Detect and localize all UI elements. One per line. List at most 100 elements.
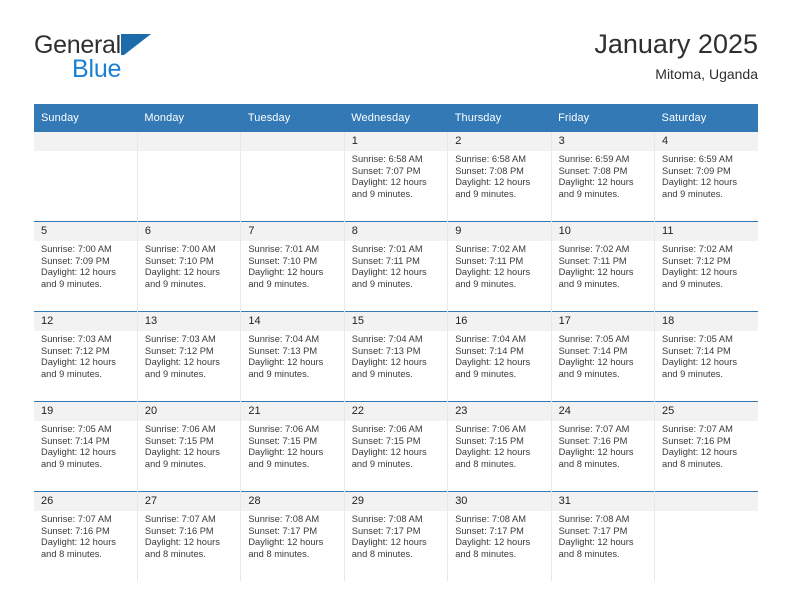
day-sun-info: Sunrise: 7:07 AM Sunset: 7:16 PM Daylight:…	[34, 511, 137, 561]
calendar-day-cell[interactable]: 27 Sunrise: 7:07 AM Sunset: 7:16 PM Dayligh…	[137, 492, 241, 581]
day-sun-info: Sunrise: 7:05 AM Sunset: 7:14 PM Daylight:…	[655, 331, 758, 381]
sunrise-time: Sunrise: 7:05 AM	[662, 334, 733, 344]
calendar-day-cell[interactable]: 21 Sunrise: 7:06 AM Sunset: 7:15 PM Dayligh…	[241, 402, 344, 491]
calendar-day-cell[interactable]: 6 Sunrise: 7:00 AM Sunset: 7:10 PM Daylight…	[137, 222, 241, 311]
sunset-time: Sunset: 7:10 PM	[144, 255, 214, 266]
daylight-duration-line1: Daylight: 12 hours	[662, 267, 737, 278]
calendar-day-cell[interactable]: 29 Sunrise: 7:08 AM Sunset: 7:17 PM Dayligh…	[344, 492, 448, 581]
calendar-week-row: 26 Sunrise: 7:07 AM Sunset: 7:16 PM Dayligh…	[34, 491, 758, 581]
calendar-day-cell[interactable]: 4 Sunrise: 6:59 AM Sunset: 7:09 PM Daylight…	[655, 132, 758, 221]
day-number: 23	[448, 402, 551, 421]
day-sun-info: Sunrise: 7:06 AM Sunset: 7:15 PM Daylight:…	[138, 421, 240, 471]
sunset-time: Sunset: 7:12 PM	[662, 255, 731, 266]
calendar-header-row: Sunday Monday Tuesday Wednesday Thursday…	[34, 104, 758, 132]
sunrise-time: Sunrise: 7:03 AM	[144, 334, 216, 344]
brand-name-general: General	[34, 31, 121, 59]
daylight-duration-line2: and 9 minutes.	[455, 279, 517, 290]
weekday-header-sunday: Sunday	[34, 104, 138, 132]
calendar-day-cell[interactable]: 3 Sunrise: 6:59 AM Sunset: 7:08 PM Daylight…	[551, 132, 655, 221]
sunset-time: Sunset: 7:15 PM	[144, 435, 214, 446]
calendar-day-cell[interactable]: 23 Sunrise: 7:06 AM Sunset: 7:15 PM Dayligh…	[448, 402, 551, 491]
daylight-duration-line2: and 8 minutes.	[144, 549, 206, 560]
calendar-day-cell[interactable]: 22 Sunrise: 7:06 AM Sunset: 7:15 PM Dayligh…	[344, 402, 448, 491]
daylight-duration-line1: Daylight: 12 hours	[144, 357, 220, 368]
calendar-day-cell[interactable]: 13 Sunrise: 7:03 AM Sunset: 7:12 PM Dayligh…	[137, 312, 241, 401]
sunrise-time: Sunrise: 7:08 AM	[455, 514, 526, 524]
daylight-duration-line1: Daylight: 12 hours	[41, 537, 116, 548]
daylight-duration-line1: Daylight: 12 hours	[558, 177, 634, 188]
day-number	[34, 132, 137, 151]
sunset-time: Sunset: 7:15 PM	[351, 435, 421, 446]
daylight-duration-line2: and 9 minutes.	[558, 189, 620, 200]
calendar-day-cell[interactable]: 2 Sunrise: 6:58 AM Sunset: 7:08 PM Daylight…	[448, 132, 551, 221]
calendar-page: General Blue January 2025 Mitoma, Uganda…	[0, 0, 792, 612]
weekday-header-friday: Friday	[551, 104, 655, 132]
day-number: 1	[344, 132, 448, 151]
calendar-day-cell[interactable]: 26 Sunrise: 7:07 AM Sunset: 7:16 PM Dayligh…	[34, 492, 137, 581]
calendar-day-cell[interactable]: 5 Sunrise: 7:00 AM Sunset: 7:09 PM Daylight…	[34, 222, 137, 311]
sunrise-time: Sunrise: 7:04 AM	[455, 334, 526, 344]
calendar-day-cell[interactable]: 7 Sunrise: 7:01 AM Sunset: 7:10 PM Daylight…	[241, 222, 344, 311]
sunrise-time: Sunrise: 7:05 AM	[558, 334, 630, 344]
calendar-day-cell[interactable]: 28 Sunrise: 7:08 AM Sunset: 7:17 PM Dayligh…	[241, 492, 344, 581]
sunrise-time: Sunrise: 6:59 AM	[558, 154, 630, 164]
calendar-day-cell[interactable]: 8 Sunrise: 7:01 AM Sunset: 7:11 PM Daylight…	[344, 222, 448, 311]
sunrise-time: Sunrise: 7:01 AM	[351, 244, 423, 254]
calendar-day-cell[interactable]: 9 Sunrise: 7:02 AM Sunset: 7:11 PM Daylight…	[448, 222, 551, 311]
sunrise-time: Sunrise: 7:00 AM	[41, 244, 112, 254]
calendar-day-cell[interactable]: 10 Sunrise: 7:02 AM Sunset: 7:11 PM Dayligh…	[551, 222, 655, 311]
day-sun-info: Sunrise: 7:08 AM Sunset: 7:17 PM Daylight:…	[552, 511, 654, 561]
calendar-day-cell[interactable]: 20 Sunrise: 7:06 AM Sunset: 7:15 PM Dayligh…	[137, 402, 241, 491]
calendar-day-cell[interactable]: 12 Sunrise: 7:03 AM Sunset: 7:12 PM Dayligh…	[34, 312, 137, 401]
daylight-duration-line2: and 9 minutes.	[248, 279, 310, 290]
calendar-day-cell-empty	[34, 132, 137, 221]
calendar-day-cell[interactable]: 17 Sunrise: 7:05 AM Sunset: 7:14 PM Dayligh…	[551, 312, 655, 401]
daylight-duration-line1: Daylight: 12 hours	[455, 177, 531, 188]
sunrise-time: Sunrise: 7:04 AM	[351, 334, 423, 344]
brand-logo[interactable]: General Blue	[34, 32, 264, 88]
calendar-day-cell[interactable]: 19 Sunrise: 7:05 AM Sunset: 7:14 PM Dayligh…	[34, 402, 137, 491]
day-sun-info: Sunrise: 7:01 AM Sunset: 7:11 PM Daylight:…	[345, 241, 447, 291]
daylight-duration-line1: Daylight: 12 hours	[248, 357, 324, 368]
calendar-day-cell[interactable]: 1 Sunrise: 6:58 AM Sunset: 7:07 PM Daylight…	[344, 132, 448, 221]
sunrise-time: Sunrise: 7:06 AM	[144, 424, 216, 434]
day-number	[241, 132, 344, 151]
day-sun-info: Sunrise: 6:58 AM Sunset: 7:07 PM Daylight:…	[345, 151, 447, 201]
day-number: 11	[655, 222, 758, 241]
sunset-time: Sunset: 7:08 PM	[558, 165, 628, 176]
daylight-duration-line2: and 9 minutes.	[351, 459, 413, 470]
calendar-day-cell[interactable]: 30 Sunrise: 7:08 AM Sunset: 7:17 PM Dayligh…	[448, 492, 551, 581]
sunset-time: Sunset: 7:17 PM	[558, 525, 628, 536]
daylight-duration-line1: Daylight: 12 hours	[144, 447, 220, 458]
day-sun-info: Sunrise: 7:08 AM Sunset: 7:17 PM Daylight:…	[241, 511, 343, 561]
calendar-day-cell[interactable]: 31 Sunrise: 7:08 AM Sunset: 7:17 PM Dayligh…	[551, 492, 655, 581]
daylight-duration-line1: Daylight: 12 hours	[455, 267, 531, 278]
daylight-duration-line2: and 9 minutes.	[351, 189, 413, 200]
calendar-body: 1 Sunrise: 6:58 AM Sunset: 7:07 PM Daylight…	[34, 132, 758, 581]
sunset-time: Sunset: 7:16 PM	[41, 525, 110, 536]
sunset-time: Sunset: 7:16 PM	[662, 435, 731, 446]
daylight-duration-line1: Daylight: 12 hours	[558, 357, 634, 368]
day-number: 4	[655, 132, 758, 151]
day-number: 8	[344, 222, 448, 241]
calendar-day-cell[interactable]: 16 Sunrise: 7:04 AM Sunset: 7:14 PM Dayligh…	[448, 312, 551, 401]
daylight-duration-line1: Daylight: 12 hours	[455, 537, 531, 548]
calendar-day-cell[interactable]: 24 Sunrise: 7:07 AM Sunset: 7:16 PM Dayligh…	[551, 402, 655, 491]
calendar-day-cell[interactable]: 15 Sunrise: 7:04 AM Sunset: 7:13 PM Dayligh…	[344, 312, 448, 401]
sunset-time: Sunset: 7:14 PM	[455, 345, 524, 356]
calendar-day-cell[interactable]: 18 Sunrise: 7:05 AM Sunset: 7:14 PM Dayligh…	[655, 312, 758, 401]
blue-flag-triangle-icon	[120, 34, 151, 55]
calendar-day-cell[interactable]: 14 Sunrise: 7:04 AM Sunset: 7:13 PM Dayligh…	[241, 312, 344, 401]
sunrise-time: Sunrise: 6:59 AM	[662, 154, 733, 164]
day-sun-info: Sunrise: 7:02 AM Sunset: 7:11 PM Daylight:…	[448, 241, 550, 291]
day-number: 17	[551, 312, 655, 331]
daylight-duration-line1: Daylight: 12 hours	[41, 447, 116, 458]
daylight-duration-line2: and 9 minutes.	[558, 279, 620, 290]
calendar-day-cell[interactable]: 11 Sunrise: 7:02 AM Sunset: 7:12 PM Dayligh…	[655, 222, 758, 311]
calendar-week-row: 1 Sunrise: 6:58 AM Sunset: 7:07 PM Daylight…	[34, 132, 758, 222]
day-number: 15	[344, 312, 448, 331]
calendar-day-cell[interactable]: 25 Sunrise: 7:07 AM Sunset: 7:16 PM Dayligh…	[655, 402, 758, 491]
daylight-duration-line2: and 9 minutes.	[351, 369, 413, 380]
daylight-duration-line1: Daylight: 12 hours	[41, 267, 116, 278]
daylight-duration-line2: and 9 minutes.	[455, 189, 517, 200]
